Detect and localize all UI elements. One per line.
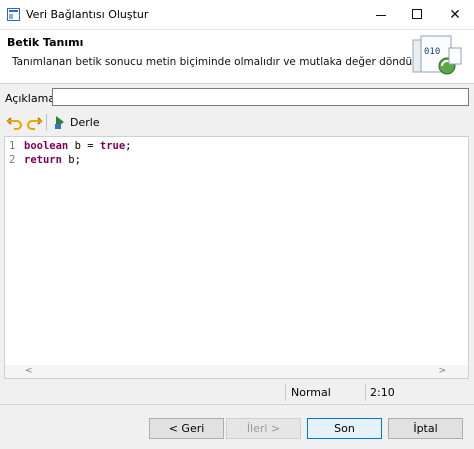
scroll-right-icon[interactable]: > [438,366,446,376]
button-bar-separator [0,404,474,405]
line-number-gutter [5,137,23,367]
code-line[interactable]: boolean b = true; [24,140,132,152]
code-keyword: return [24,154,62,166]
redo-icon[interactable] [25,113,43,131]
title-bar: Veri Bağlantısı Oluştur ✕ [0,0,474,30]
maximize-icon [412,9,422,19]
undo-icon[interactable] [6,113,24,131]
minimize-button[interactable] [364,0,398,30]
line-number: 2 [9,154,16,166]
status-divider [365,384,366,401]
code-line[interactable]: return b; [24,154,81,166]
description-row: Açıklama [0,84,474,110]
window-title: Veri Bağlantısı Oluştur [26,8,149,21]
window-icon [7,8,20,21]
status-divider [285,384,286,401]
code-keyword: true [99,140,126,152]
description-input[interactable] [52,88,469,106]
script-editor[interactable]: 1 boolean b = true; 2 return b; < > [4,136,469,379]
maximize-button[interactable] [400,0,434,30]
editor-toolbar: Derle [0,110,474,134]
insert-mode-status: Normal [291,386,331,399]
code-text: ; [125,140,132,152]
code-text: b = [68,140,100,152]
description-label: Açıklama [5,92,56,105]
cancel-button[interactable]: İptal [388,418,463,439]
compile-label: Derle [70,116,100,129]
close-icon: ✕ [449,7,461,23]
binary-label: 010 [424,47,440,57]
toolbar-separator [46,114,47,130]
page-title: Betik Tanımı [7,36,84,49]
script-wizard-icon: 010 [412,35,462,75]
close-button[interactable]: ✕ [438,0,472,30]
code-text: b; [61,154,81,166]
compile-icon [55,116,64,129]
line-number: 1 [9,140,16,152]
horizontal-scrollbar[interactable]: < > [5,365,468,378]
scroll-left-icon[interactable]: < [25,366,33,376]
code-keyword: boolean [24,140,69,152]
cursor-position-status: 2:10 [370,386,395,399]
finish-button[interactable]: Son [307,418,382,439]
minimize-icon [376,14,386,16]
wizard-header: Betik Tanımı Tanımlanan betik sonucu met… [0,30,474,84]
page-description: Tanımlanan betik sonucu metin biçiminde … [12,56,456,68]
next-button[interactable]: İleri > [226,418,301,439]
back-button[interactable]: < Geri [149,418,224,439]
status-bar: Normal 2:10 [0,381,474,403]
